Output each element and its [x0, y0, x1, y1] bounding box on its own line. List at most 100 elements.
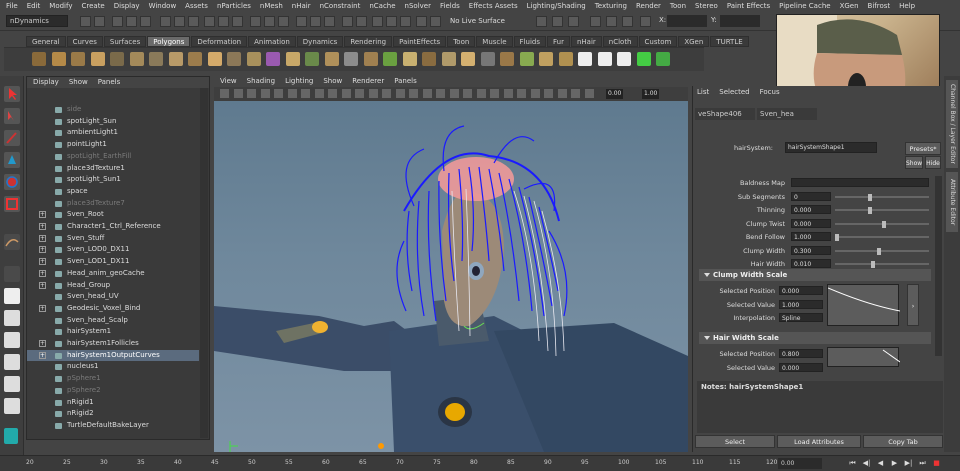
shelf-tool-icon[interactable] [402, 52, 417, 66]
outliner-row[interactable]: + Sven_Root [27, 209, 199, 221]
status-tool-icon[interactable] [296, 16, 307, 27]
attr-field[interactable] [791, 178, 929, 187]
menu-set-dropdown[interactable]: nDynamics [6, 15, 68, 27]
status-tool-icon[interactable] [324, 16, 335, 27]
four-view-layout-icon[interactable] [4, 310, 20, 326]
shelf-tab-general[interactable]: General [26, 36, 66, 47]
node-name-field[interactable]: hairSystemShape1 [785, 142, 877, 153]
notes-area[interactable]: Notes: hairSystemShape1 [697, 381, 943, 433]
two-view-layout-icon[interactable] [4, 332, 20, 348]
status-tool-icon[interactable] [536, 16, 547, 27]
shelf-tool-icon[interactable] [32, 52, 46, 66]
status-tool-icon[interactable] [386, 16, 397, 27]
shelf-tool-icon[interactable] [558, 52, 573, 66]
shelf-tab-painteffects[interactable]: PaintEffects [393, 36, 447, 47]
outliner-scrollbar[interactable] [200, 88, 208, 438]
expand-icon[interactable]: + [39, 246, 46, 254]
menu-assets[interactable]: Assets [185, 2, 208, 10]
shelf-tool-icon[interactable] [188, 52, 202, 66]
shelf-tool-icon[interactable] [441, 52, 456, 66]
outliner-row[interactable]: pSphere1 [27, 373, 199, 385]
viewport-tool-icon[interactable] [584, 89, 594, 98]
outliner-row[interactable]: nRigid2 [27, 408, 199, 420]
status-tool-icon[interactable] [640, 16, 651, 27]
slider-knob[interactable] [870, 261, 875, 268]
status-tool-icon[interactable] [342, 16, 353, 27]
status-tool-icon[interactable] [218, 16, 229, 27]
viewport-tool-icon[interactable] [557, 89, 567, 98]
move-tool-icon[interactable] [4, 152, 20, 168]
status-tool-icon[interactable] [372, 16, 383, 27]
slider-knob[interactable] [867, 193, 872, 201]
menu-nparticles[interactable]: nParticles [217, 2, 251, 10]
paint-tool-icon[interactable] [4, 130, 20, 146]
outliner-row[interactable]: + Geodesic_Voxel_Bind [27, 303, 199, 315]
status-tool-icon[interactable] [80, 16, 91, 27]
viewport-tool-icon[interactable] [463, 89, 472, 98]
shelf-tool-icon[interactable] [539, 52, 553, 66]
current-frame-field[interactable]: 0.00 [778, 458, 822, 469]
hide-button[interactable]: Hide [925, 156, 941, 169]
status-tool-icon[interactable] [160, 16, 171, 27]
status-tool-icon[interactable] [400, 16, 411, 27]
viewport-tool-icon[interactable] [382, 89, 391, 98]
outliner-row[interactable]: place3dTexture1 [27, 163, 199, 175]
shelf-tool-icon[interactable] [51, 52, 66, 66]
attr-tab-1[interactable]: Sven_hea [757, 108, 817, 120]
clump-width-ramp[interactable] [827, 284, 901, 326]
shelf-tab-custom[interactable]: Custom [638, 36, 678, 47]
clump-field[interactable]: 1.000 [779, 299, 823, 309]
shelf-tool-icon[interactable] [383, 52, 397, 66]
attribute-editor-tab[interactable]: Attribute Editor [946, 172, 958, 232]
expand-icon[interactable]: + [39, 211, 46, 219]
shelf-tool-icon[interactable] [422, 52, 436, 66]
outliner-row[interactable]: side [27, 104, 199, 116]
clump-field[interactable]: Spline [779, 313, 823, 322]
outliner-row[interactable]: place3dTexture7 [27, 198, 199, 210]
shelf-tool-icon[interactable] [110, 52, 124, 66]
channel-box-tab[interactable]: Channel Box / Layer Editor [946, 80, 958, 168]
outliner-row[interactable]: spotLight_EarthFill [27, 151, 199, 163]
status-tool-icon[interactable] [356, 16, 367, 27]
select-button[interactable]: Select [695, 435, 775, 448]
viewport-field-b[interactable]: 1.00 [642, 89, 660, 99]
scale-tool-icon[interactable] [4, 196, 20, 212]
hair-width-ramp[interactable] [827, 347, 901, 367]
single-view-layout-icon[interactable] [4, 288, 20, 304]
time-slider[interactable]: 20 25 30 35 40 45 50 55 60 65 70 75 80 85 90 95 100 105 11… [0, 455, 960, 471]
viewport-tool-icon[interactable] [328, 89, 337, 98]
attr-slider[interactable] [835, 234, 929, 241]
menu-window[interactable]: Window [149, 2, 177, 10]
menu-nconstraint[interactable]: nConstraint [320, 2, 361, 10]
viewport-menu-lighting[interactable]: Lighting [285, 76, 313, 87]
shelf-tab-deformation[interactable]: Deformation [191, 36, 248, 47]
viewport-menu-shading[interactable]: Shading [247, 76, 275, 87]
outliner-layout-icon[interactable] [4, 354, 20, 370]
graph-layout-icon[interactable] [4, 376, 20, 392]
shelf-tool-icon[interactable] [363, 52, 378, 66]
outliner-menu-show[interactable]: Show [69, 77, 88, 88]
menu-xgen[interactable]: XGen [840, 2, 859, 10]
viewport-field-a[interactable]: 0.00 [606, 89, 624, 99]
slider-knob[interactable] [882, 220, 886, 228]
shelf-tool-icon[interactable] [90, 52, 105, 66]
outliner-row[interactable]: + hairSystem1Follicles [27, 338, 199, 350]
shelf-tab-curves[interactable]: Curves [66, 36, 103, 47]
shelf-tool-icon[interactable] [461, 52, 475, 66]
show-button[interactable]: Show [905, 156, 923, 169]
shelf-tool-icon[interactable] [519, 52, 534, 66]
attr-scrollbar[interactable] [935, 176, 942, 356]
menu-stereo[interactable]: Stereo [695, 2, 718, 10]
expand-icon[interactable]: + [39, 258, 46, 266]
status-tool-icon[interactable] [310, 16, 321, 27]
menu-file[interactable]: File [6, 2, 18, 10]
attr-slider[interactable] [835, 247, 929, 255]
attr-field[interactable]: 0 [791, 191, 831, 201]
status-tool-icon[interactable] [430, 16, 441, 27]
outliner-row[interactable]: TurtleDefaultBakeLayer [27, 420, 199, 432]
menu-bifrost[interactable]: Bifrost [868, 2, 891, 10]
playback-button-icon[interactable]: ▶ [890, 459, 899, 468]
attr-field[interactable]: 1.000 [791, 232, 831, 241]
status-tool-icon[interactable] [250, 16, 261, 27]
menu-modify[interactable]: Modify [49, 2, 72, 10]
